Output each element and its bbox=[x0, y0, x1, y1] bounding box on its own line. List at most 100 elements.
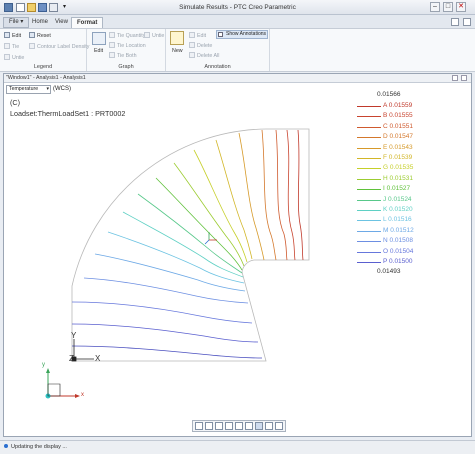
tie-icon bbox=[4, 43, 10, 49]
legend-swatch bbox=[357, 220, 381, 222]
legend-reset-label: Reset bbox=[37, 33, 51, 39]
title-bar: ▾ Simulate Results - PTC Creo Parametric… bbox=[0, 0, 475, 15]
rotate-icon[interactable] bbox=[235, 422, 243, 430]
legend-entry: F 0.01539 bbox=[357, 154, 427, 163]
legend-entry-label: K 0.01520 bbox=[383, 206, 413, 213]
z-axis-label: Z bbox=[69, 354, 74, 363]
saved-views-icon[interactable] bbox=[265, 422, 273, 430]
legend-entry: P 0.01500 bbox=[357, 258, 427, 267]
mini-y-label: y bbox=[42, 362, 45, 368]
zoom-out-icon[interactable] bbox=[215, 422, 223, 430]
tab-file[interactable]: File ▾ bbox=[3, 17, 30, 28]
legend-entry: M 0.01512 bbox=[357, 227, 427, 236]
contour-line-p-lower bbox=[71, 345, 263, 359]
tab-format[interactable]: Format bbox=[71, 17, 104, 28]
legend-entry-label: L 0.01516 bbox=[383, 216, 412, 224]
contour-line-n bbox=[83, 277, 249, 304]
annotation-edit-button[interactable]: Edit bbox=[189, 32, 206, 39]
contour-line-o bbox=[71, 301, 253, 324]
new-annotation-icon[interactable] bbox=[170, 31, 184, 45]
contour-line-j bbox=[137, 193, 243, 274]
legend-entry-label: I 0.01527 bbox=[383, 185, 411, 193]
legend-entry-label: M 0.01512 bbox=[383, 226, 414, 234]
status-icon bbox=[4, 444, 8, 448]
legend-entry: D 0.01547 bbox=[357, 133, 427, 142]
close-button[interactable]: ✕ bbox=[456, 2, 466, 12]
contour-line-e bbox=[238, 132, 265, 261]
legend-swatch bbox=[357, 158, 381, 159]
legend-entry: O 0.01504 bbox=[357, 248, 427, 257]
zoom-in-icon[interactable] bbox=[205, 422, 213, 430]
reset-icon bbox=[29, 32, 35, 38]
legend-swatch bbox=[357, 178, 381, 180]
contour-line-b bbox=[286, 129, 296, 261]
legend-entry: K 0.01520 bbox=[357, 206, 427, 215]
contour-label-density-button[interactable]: Contour Label Density bbox=[29, 43, 89, 50]
legend-entry: N 0.01508 bbox=[357, 237, 427, 246]
legend-edit-button[interactable]: Edit bbox=[4, 32, 21, 39]
view-options-icon[interactable] bbox=[275, 422, 283, 430]
legend-entry-label: G 0.01535 bbox=[383, 164, 414, 172]
legend-entry-label: C 0.01551 bbox=[383, 122, 413, 130]
legend-edit-label: Edit bbox=[12, 33, 22, 39]
graph-untie-label: Untie bbox=[152, 33, 165, 39]
display-style-icon[interactable] bbox=[255, 422, 263, 430]
tab-view[interactable]: View bbox=[50, 17, 73, 28]
annotation-delete-button[interactable]: Delete bbox=[189, 42, 212, 49]
view-toolbar bbox=[192, 420, 286, 432]
untie-icon bbox=[4, 54, 10, 60]
legend-swatch bbox=[357, 116, 381, 118]
graph-untie-icon bbox=[144, 32, 150, 38]
tie-location-button[interactable]: Tie Location bbox=[109, 42, 146, 49]
legend-entry-label: B 0.01555 bbox=[383, 112, 413, 120]
legend-entry-label: A 0.01559 bbox=[383, 102, 413, 109]
annotation-group-label: Annotation bbox=[204, 64, 231, 70]
new-annotation-label[interactable]: New bbox=[172, 48, 183, 54]
legend-tie-button[interactable]: Tie bbox=[4, 43, 19, 50]
contour-line-h bbox=[173, 162, 245, 267]
tie-quantity-button[interactable]: Tie Quantity bbox=[109, 32, 145, 39]
show-annotations-button[interactable]: Show Annotations bbox=[216, 30, 268, 39]
contour-line-g bbox=[193, 149, 248, 263]
graph-group-label: Graph bbox=[118, 64, 134, 70]
status-message: Updating the display ... bbox=[11, 444, 67, 450]
legend-untie-label: Untie bbox=[12, 55, 25, 61]
annotation-edit-label: Edit bbox=[197, 33, 207, 39]
contour-line-l bbox=[107, 231, 245, 284]
refit-icon[interactable] bbox=[195, 422, 203, 430]
contour-line-i bbox=[155, 177, 243, 271]
graph-edit-icon[interactable] bbox=[92, 32, 106, 45]
legend-swatch bbox=[357, 210, 381, 211]
maximize-button[interactable]: □ bbox=[443, 2, 453, 12]
ribbon: Edit Reset Tie Contour Label Density Unt… bbox=[0, 28, 475, 72]
legend-tie-label: Tie bbox=[12, 44, 20, 50]
legend-entry-label: D 0.01547 bbox=[383, 133, 413, 141]
legend-untie-button[interactable]: Untie bbox=[4, 54, 24, 61]
legend-entry: H 0.01531 bbox=[357, 175, 427, 184]
legend-entry-label: O 0.01504 bbox=[383, 247, 414, 255]
legend-swatch bbox=[357, 189, 381, 191]
minimize-ribbon-icon[interactable] bbox=[451, 18, 460, 26]
help-icon[interactable] bbox=[463, 18, 471, 26]
legend-reset-button[interactable]: Reset bbox=[29, 32, 51, 39]
tie-both-button[interactable]: Tie Both bbox=[109, 52, 137, 59]
legend-swatch bbox=[357, 241, 381, 243]
show-annotations-label: Show Annotations bbox=[226, 31, 267, 37]
wcs-triad bbox=[204, 232, 217, 245]
mini-x-label: x bbox=[81, 392, 84, 398]
pan-icon[interactable] bbox=[225, 422, 233, 430]
legend-min-value: 0.01493 bbox=[377, 268, 401, 275]
ribbon-tabs: File ▾ Home View Format bbox=[0, 15, 475, 28]
legend-swatch bbox=[357, 137, 381, 139]
spin-center-icon[interactable] bbox=[245, 422, 253, 430]
legend-swatch bbox=[357, 106, 381, 107]
graph-edit-label[interactable]: Edit bbox=[94, 48, 103, 54]
tie-quantity-icon bbox=[109, 32, 115, 38]
graph-untie-button[interactable]: Untie bbox=[144, 32, 164, 39]
legend-entry-label: H 0.01531 bbox=[383, 174, 413, 182]
mini-triad bbox=[45, 368, 80, 399]
legend-entry-label: N 0.01508 bbox=[383, 237, 413, 245]
annotation-delete-label: Delete bbox=[197, 43, 213, 49]
minimize-button[interactable]: – bbox=[430, 2, 440, 12]
annotation-delete-all-button[interactable]: Delete All bbox=[189, 52, 219, 59]
